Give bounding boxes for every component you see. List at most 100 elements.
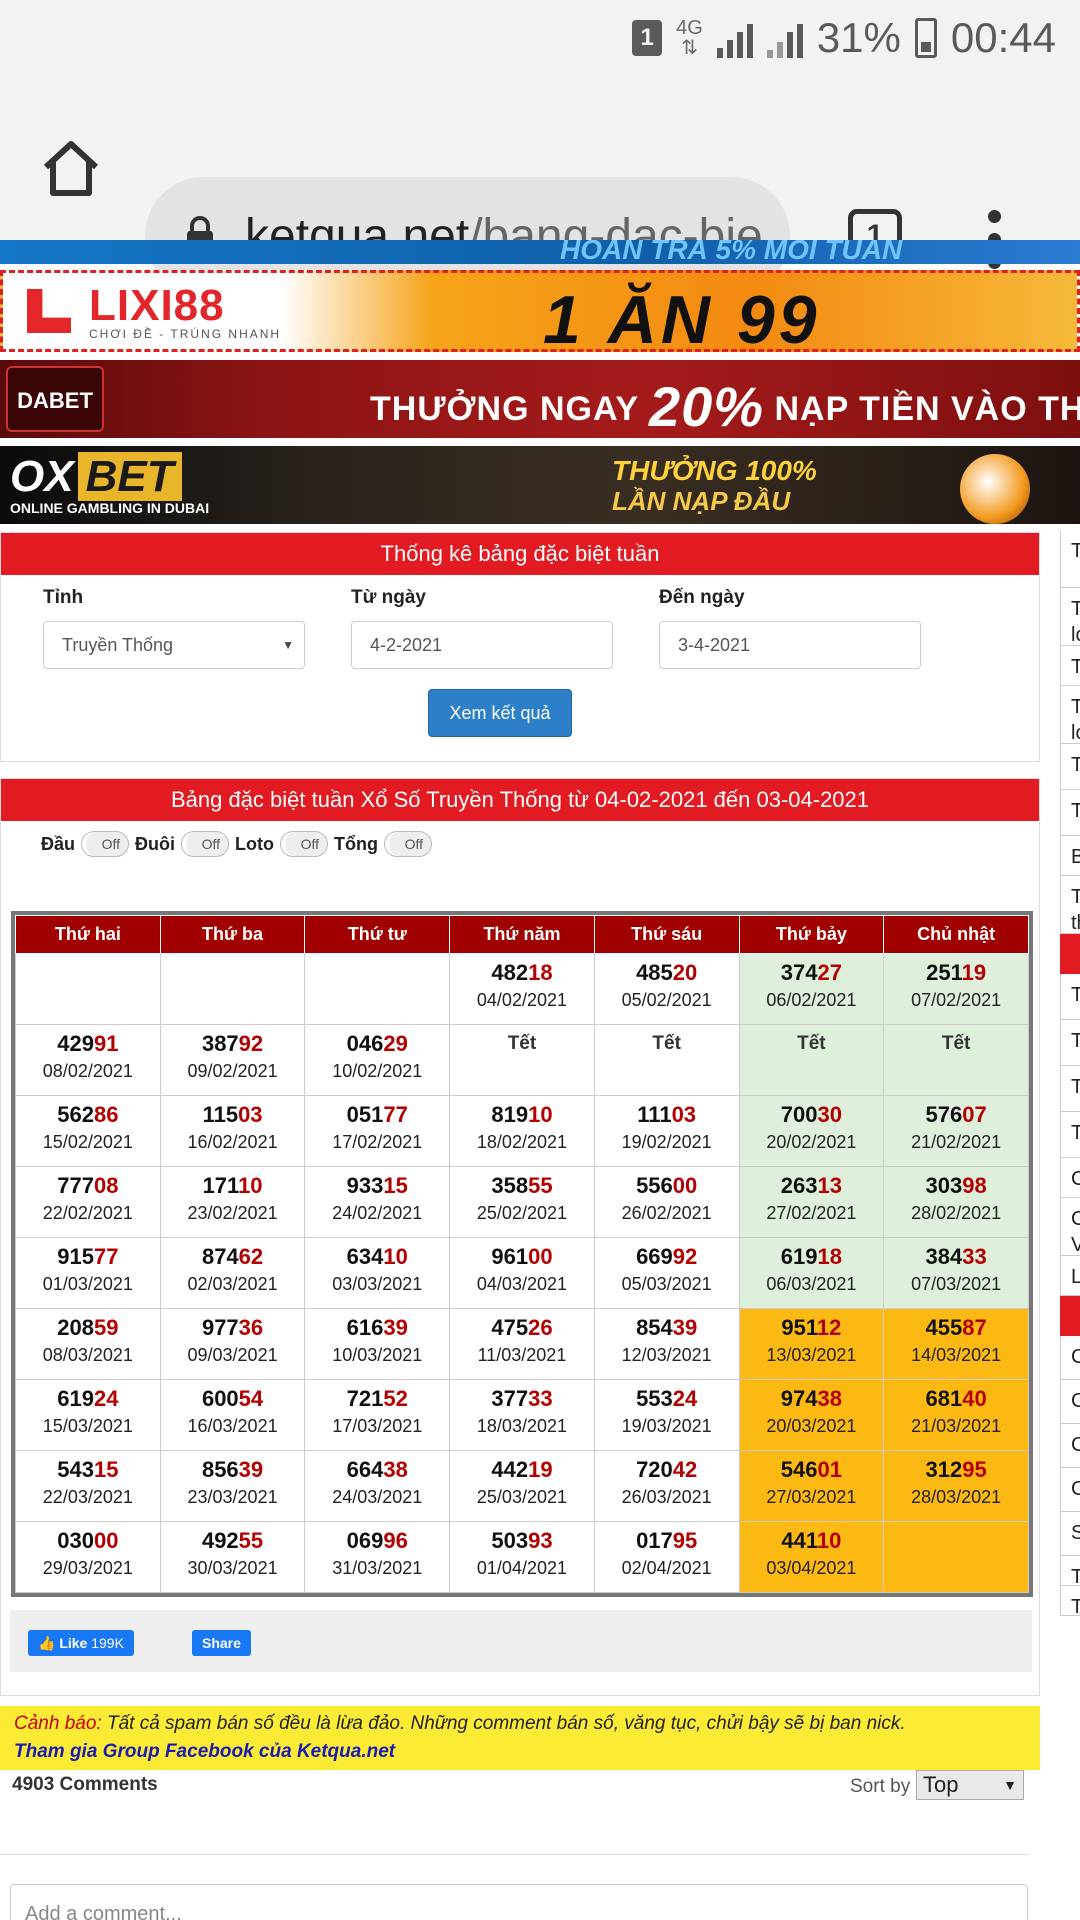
- draw-date: 14/03/2021: [911, 1345, 1002, 1365]
- sidebar-item[interactable]: T: [1060, 1020, 1080, 1066]
- sidebar-item[interactable]: T: [1060, 1066, 1080, 1112]
- prize-number: 85439: [636, 1315, 698, 1340]
- facebook-like-button[interactable]: 👍 Like 199K: [28, 1630, 134, 1656]
- sidebar-item[interactable]: T: [1060, 1112, 1080, 1158]
- prize-number: 50393: [491, 1528, 553, 1553]
- result-cell: 35855 25/02/2021: [449, 1166, 595, 1238]
- sidebar-item[interactable]: C: [1060, 1336, 1080, 1380]
- status-bar: 1 4G ⇅ 31% 00:44: [0, 0, 1080, 80]
- banner-top-strip[interactable]: HOÀN TRẢ 5% MỖI TUẦN: [0, 240, 1080, 264]
- toggle-switch-2[interactable]: Off: [280, 831, 328, 857]
- facebook-share-button[interactable]: Share: [192, 1630, 251, 1656]
- draw-date: 07/03/2021: [911, 1274, 1002, 1294]
- sidebar-item[interactable]: T lo: [1060, 686, 1080, 744]
- result-cell: 11503 16/02/2021: [159, 1095, 306, 1167]
- province-label: Tỉnh: [43, 587, 84, 608]
- sidebar-item[interactable]: C V: [1060, 1198, 1080, 1256]
- result-cell: 03000 29/03/2021: [15, 1521, 161, 1593]
- draw-date: 27/02/2021: [766, 1203, 857, 1223]
- sidebar-item[interactable]: T: [1060, 646, 1080, 686]
- prize-number: 55600: [636, 1173, 698, 1198]
- home-icon[interactable]: [40, 139, 102, 204]
- draw-date: 10/03/2021: [332, 1345, 423, 1365]
- sidebar-item[interactable]: T: [1060, 974, 1080, 1020]
- prize-number: 47526: [491, 1315, 553, 1340]
- draw-date: 13/03/2021: [766, 1345, 857, 1365]
- lixi88-promo: 1 ĂN 99: [543, 282, 821, 352]
- banner-dabet[interactable]: DABET THƯỞNG NGAY 20% NẠP TIỀN VÀO THỨ 7: [0, 360, 1080, 438]
- table-row: 42991 08/02/2021 38792 09/02/2021 04629 10/02…: [15, 1024, 1029, 1096]
- add-comment-input[interactable]: Add a comment...: [10, 1884, 1028, 1920]
- banner-oxbet[interactable]: OX BET ONLINE GAMBLING IN DUBAI THƯỞNG 100…: [0, 446, 1080, 524]
- draw-date: 23/03/2021: [187, 1487, 278, 1507]
- from-date-input[interactable]: 4-2-2021: [351, 621, 613, 669]
- draw-date: 21/03/2021: [911, 1416, 1002, 1436]
- result-title: Bảng đặc biệt tuần Xổ Số Truyền Thống từ…: [1, 779, 1039, 821]
- sidebar-item[interactable]: T lo: [1060, 588, 1080, 646]
- prize-number: 77708: [57, 1173, 119, 1198]
- sidebar-item[interactable]: T: [1060, 790, 1080, 836]
- prize-number: 87462: [201, 1244, 264, 1269]
- sidebar-item[interactable]: B: [1060, 836, 1080, 876]
- sidebar-item[interactable]: T: [1060, 530, 1080, 588]
- prize-number: 11503: [202, 1102, 263, 1127]
- prize-number: 70030: [780, 1102, 842, 1127]
- holiday-label: Tết: [941, 1033, 971, 1054]
- table-row: 48218 04/02/2021 48520 05/02/2021 37427 06/02…: [15, 953, 1029, 1025]
- prize-number: 48218: [491, 960, 553, 985]
- warning-prefix: Cảnh báo:: [14, 1713, 102, 1734]
- sidebar-item[interactable]: T th: [1060, 876, 1080, 934]
- sidebar-item: [1060, 934, 1080, 974]
- sort-select[interactable]: Top ▼: [916, 1770, 1024, 1800]
- toggle-switch-1[interactable]: Off: [181, 831, 230, 857]
- prize-number: 04629: [346, 1031, 408, 1056]
- prize-number: 38792: [201, 1031, 264, 1056]
- result-cell: 61639 10/03/2021: [304, 1308, 451, 1380]
- sidebar-item[interactable]: T: [1060, 1556, 1080, 1588]
- toggle-switch-0[interactable]: Off: [81, 831, 130, 857]
- table-row: 56286 15/02/2021 11503 16/02/2021 05177 17/02…: [15, 1095, 1029, 1167]
- caret-down-icon: ▼: [1003, 1777, 1017, 1793]
- toggle-switch-3[interactable]: Off: [383, 831, 432, 857]
- result-cell: 45587 14/03/2021: [883, 1308, 1029, 1380]
- result-cell: 50393 01/04/2021: [449, 1521, 595, 1593]
- result-cell: 57607 21/02/2021: [883, 1095, 1029, 1167]
- table-row: 61924 15/03/2021 60054 16/03/2021 72152 17/03…: [15, 1379, 1029, 1451]
- result-cell: 60054 16/03/2021: [159, 1379, 306, 1451]
- draw-date: 26/03/2021: [621, 1487, 712, 1507]
- dabet-promo: THƯỞNG NGAY 20% NẠP TIỀN VÀO THỨ 7: [370, 375, 1080, 438]
- sidebar-item[interactable]: C: [1060, 1380, 1080, 1424]
- result-cell: 06996 31/03/2021: [304, 1521, 451, 1593]
- to-date-input[interactable]: 3-4-2021: [659, 621, 921, 669]
- sidebar-item[interactable]: C: [1060, 1424, 1080, 1468]
- facebook-group-link[interactable]: Tham gia Group Facebook của Ketqua.net: [14, 1741, 395, 1762]
- draw-date: 15/03/2021: [42, 1416, 133, 1436]
- sidebar-item[interactable]: T: [1060, 1586, 1080, 1618]
- prize-number: 44110: [781, 1528, 842, 1553]
- sidebar-item[interactable]: L: [1060, 1256, 1080, 1296]
- prize-number: 06996: [346, 1528, 408, 1553]
- draw-date: 06/03/2021: [766, 1274, 857, 1294]
- prize-number: 96100: [491, 1244, 553, 1269]
- right-sidebar: TT loTT loTTBT thTTTTCC VLCCCCSTT: [1060, 530, 1080, 1618]
- caret-down-icon: ▼: [282, 638, 294, 652]
- draw-date: 06/02/2021: [766, 990, 857, 1010]
- sidebar-item[interactable]: C: [1060, 1468, 1080, 1512]
- province-select[interactable]: Truyền Thống ▼: [43, 621, 305, 669]
- draw-date: 15/02/2021: [42, 1132, 133, 1152]
- result-cell: 05177 17/02/2021: [304, 1095, 451, 1167]
- prize-number: 97736: [201, 1315, 264, 1340]
- sidebar-item[interactable]: T: [1060, 744, 1080, 790]
- result-cell: 85639 23/03/2021: [159, 1450, 306, 1522]
- view-results-button[interactable]: Xem kết quả: [428, 689, 572, 737]
- sidebar-item[interactable]: S: [1060, 1512, 1080, 1556]
- result-cell: 87462 02/03/2021: [159, 1237, 306, 1309]
- sidebar-item[interactable]: C: [1060, 1158, 1080, 1198]
- prize-number: 31295: [925, 1457, 987, 1482]
- table-row: 03000 29/03/2021 49255 30/03/2021 06996 31/03…: [15, 1521, 1029, 1593]
- banner-lixi88[interactable]: LIXI88 CHƠI ĐỀ - TRÚNG NHANH 1 ĂN 99: [0, 270, 1080, 352]
- draw-date: 18/03/2021: [476, 1416, 567, 1436]
- result-cell: 66438 24/03/2021: [304, 1450, 451, 1522]
- result-cell: 55600 26/02/2021: [593, 1166, 740, 1238]
- signal-icon-2: [766, 18, 803, 58]
